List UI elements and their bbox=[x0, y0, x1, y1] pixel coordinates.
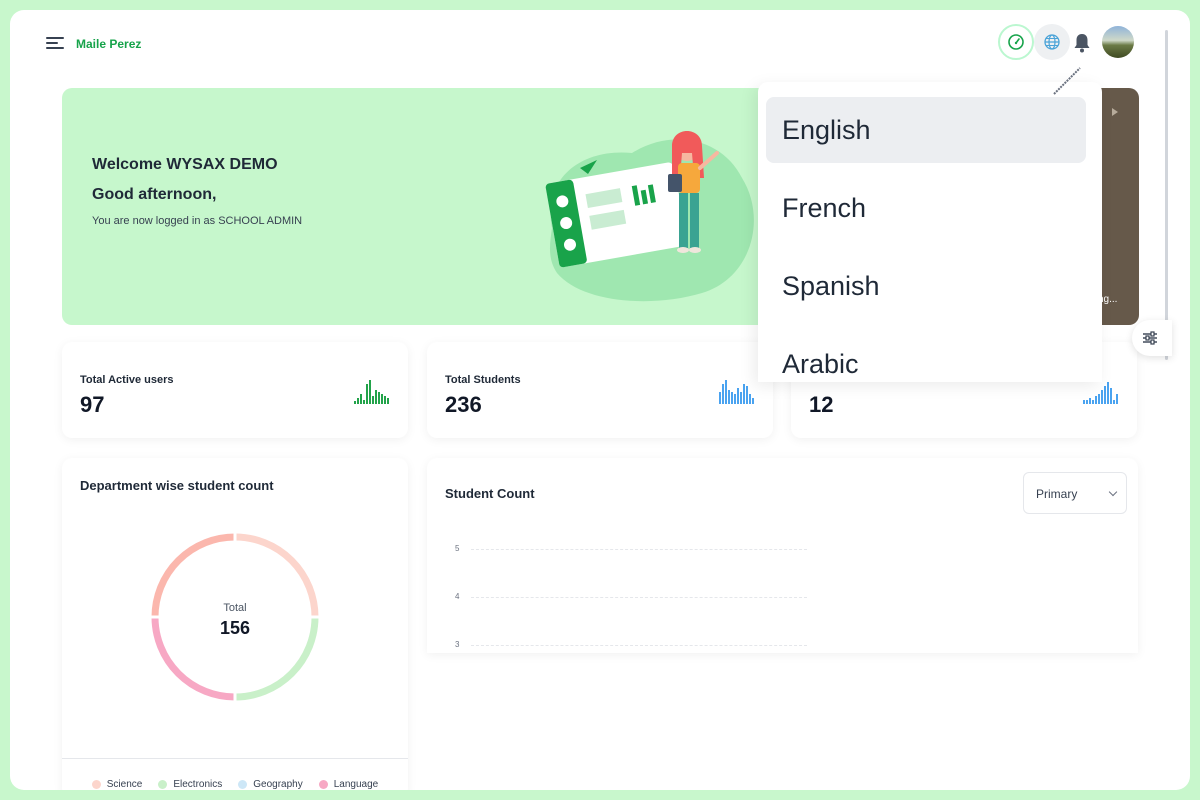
mini-bar-chart-icon bbox=[719, 380, 754, 404]
legend-dot bbox=[318, 780, 328, 789]
legend-item-electronics[interactable]: Electronics bbox=[158, 771, 222, 790]
legend-label: Science bbox=[106, 779, 143, 790]
card-title: Student Count bbox=[445, 486, 535, 501]
speedometer-icon bbox=[1008, 34, 1024, 50]
chevron-down-icon bbox=[1108, 487, 1118, 497]
settings-toggle-button[interactable] bbox=[1132, 320, 1172, 356]
y-axis-tick: 4 bbox=[455, 592, 460, 601]
legend-dot bbox=[158, 780, 168, 789]
language-dropdown: English French Spanish Arabic bbox=[758, 82, 1102, 382]
scrollbar[interactable] bbox=[1165, 30, 1168, 360]
stat-label: Total Active users bbox=[80, 374, 174, 386]
legend-label: Electronics bbox=[173, 779, 223, 790]
sliders-icon bbox=[1143, 331, 1157, 345]
stat-card-total-students: Total Students 236 bbox=[427, 342, 773, 438]
student-count-card: Student Count Primary 5 4 3 bbox=[427, 458, 1138, 653]
notification-bell-icon[interactable] bbox=[1072, 32, 1092, 54]
legend-item-science[interactable]: Science bbox=[91, 771, 143, 790]
welcome-illustration bbox=[545, 131, 754, 302]
legend-dot bbox=[238, 780, 248, 789]
card-title: Department wise student count bbox=[80, 478, 274, 493]
department-chart-card: Department wise student count Total 156 … bbox=[62, 458, 408, 790]
legend-label: Geography bbox=[253, 779, 303, 790]
user-name[interactable]: Maile Perez bbox=[76, 37, 141, 51]
donut-total-label: Total bbox=[223, 602, 247, 614]
top-header: Maile Perez bbox=[10, 10, 1190, 76]
donut-total-value: 156 bbox=[219, 618, 251, 638]
select-value: Primary bbox=[1036, 487, 1078, 501]
mini-bar-chart-icon bbox=[1083, 382, 1118, 404]
level-select[interactable]: Primary bbox=[1023, 472, 1127, 514]
grid-line bbox=[471, 645, 807, 646]
speedometer-button[interactable] bbox=[998, 24, 1034, 60]
hamburger-menu-icon[interactable] bbox=[46, 37, 64, 51]
language-option-arabic[interactable]: Arabic bbox=[766, 331, 1086, 397]
grid-line bbox=[471, 597, 807, 598]
legend-item-geography[interactable]: Geography bbox=[238, 771, 303, 790]
welcome-subtitle: You are now logged in as SCHOOL ADMIN bbox=[92, 215, 303, 227]
chart-legend: Science Electronics Geography Language bbox=[62, 758, 408, 790]
globe-icon bbox=[1044, 34, 1060, 50]
play-icon[interactable] bbox=[1112, 108, 1118, 116]
legend-label: Language bbox=[333, 779, 379, 790]
language-option-english[interactable]: English bbox=[766, 97, 1086, 163]
language-button[interactable] bbox=[1034, 24, 1070, 60]
language-option-spanish[interactable]: Spanish bbox=[766, 253, 1086, 319]
stat-card-active-users: Total Active users 97 bbox=[62, 342, 408, 438]
welcome-title: Welcome WYSAX DEMO bbox=[92, 156, 278, 173]
stat-value: 97 bbox=[80, 392, 105, 417]
donut-chart bbox=[150, 532, 320, 702]
grid-line bbox=[471, 549, 807, 550]
legend-item-language[interactable]: Language bbox=[318, 771, 379, 790]
mini-bar-chart-icon bbox=[354, 380, 389, 404]
y-axis-tick: 5 bbox=[455, 544, 460, 553]
app-frame: Maile Perez Welcome WYSAX DEMO Good afte… bbox=[10, 10, 1190, 790]
welcome-greeting: Good afternoon, bbox=[92, 186, 217, 203]
language-option-french[interactable]: French bbox=[766, 175, 1086, 241]
legend-dot bbox=[91, 780, 101, 789]
stat-label: Total Students bbox=[445, 374, 521, 386]
stat-value: 236 bbox=[445, 392, 482, 417]
welcome-banner: Welcome WYSAX DEMO Good afternoon, You a… bbox=[62, 88, 782, 325]
dropdown-pointer bbox=[1053, 67, 1081, 95]
user-avatar[interactable] bbox=[1102, 26, 1134, 58]
y-axis-tick: 3 bbox=[455, 640, 460, 649]
